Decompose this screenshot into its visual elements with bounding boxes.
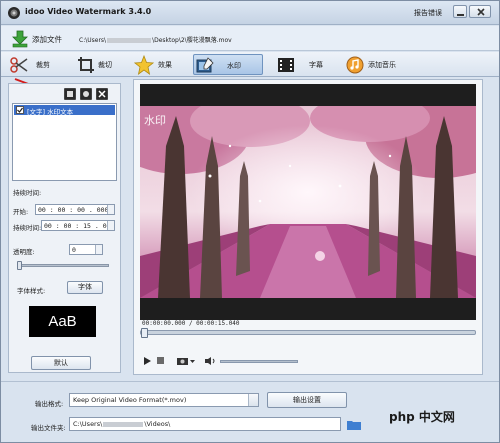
tab-label: 字幕 — [309, 61, 323, 69]
watermark-list: [文字] 水印文本 — [12, 103, 117, 181]
file-path-middle: \Desktop\2\ — [152, 37, 187, 44]
start-time-stepper[interactable] — [107, 205, 114, 214]
output-folder-label: 输出文件夹: — [31, 424, 66, 432]
chevron-down-icon[interactable] — [190, 356, 196, 366]
feature-tabs: 裁剪 裁切 效果 水印 字幕 添加音乐 — [1, 52, 499, 77]
video-frame: 水印 — [140, 84, 476, 320]
tab-label: 裁剪 — [36, 61, 50, 69]
volume-slider[interactable] — [220, 360, 298, 363]
tab-trim[interactable]: 裁剪 — [9, 54, 59, 75]
chevron-down-icon — [248, 394, 258, 406]
scissors-icon — [10, 57, 28, 73]
watermark-settings-panel: [文字] 水印文本 持续时间: 开始: 00 : 00 : 00 . 000 持… — [8, 83, 121, 373]
file-path-filename: 樱花漫飘落.mov — [186, 37, 232, 44]
duration-time-value: 00 : 00 : 15 . 040 — [44, 222, 115, 230]
start-time-field[interactable]: 00 : 00 : 00 . 000 — [35, 204, 115, 215]
add-text-watermark-button[interactable] — [64, 88, 76, 100]
output-format-value: Keep Original Video Format(*.mov) — [73, 396, 187, 404]
tab-effects[interactable]: 效果 — [134, 54, 184, 75]
timecode: 00:00:00.000 / 00:00:15.040 — [142, 320, 240, 327]
minimize-icon — [457, 14, 464, 16]
add-file-bar: 添加文件 C:\Users\ \Desktop\2\樱花漫飘落.mov — [1, 26, 499, 51]
stop-icon[interactable] — [156, 356, 166, 366]
watermark-overlay-text[interactable]: 水印 — [144, 112, 166, 128]
tab-label: 水印 — [227, 62, 241, 70]
add-image-watermark-button[interactable] — [80, 88, 92, 100]
app-window: idoo Video Watermark 3.4.0 报告错误 添加文件 C:\… — [0, 0, 500, 443]
file-path-prefix: C:\Users\ — [79, 37, 107, 44]
duration-time-field[interactable]: 00 : 00 : 15 . 040 — [41, 220, 115, 231]
text-icon — [67, 91, 73, 97]
opacity-slider[interactable] — [17, 264, 109, 267]
font-button[interactable]: 字体 — [67, 281, 103, 294]
close-button[interactable] — [469, 5, 491, 18]
folder-icon[interactable] — [347, 419, 361, 430]
delete-icon — [98, 90, 106, 98]
seek-thumb[interactable] — [141, 328, 148, 338]
add-file-label: 添加文件 — [32, 35, 62, 44]
snapshot-camera-icon[interactable] — [176, 356, 190, 366]
watermark-item-label: [文字] 水印文本 — [27, 108, 74, 116]
tab-label: 效果 — [158, 61, 172, 69]
tab-label: 添加音乐 — [368, 61, 396, 69]
default-button[interactable]: 默认 — [31, 356, 91, 370]
redacted-username — [107, 38, 152, 43]
volume-icon[interactable] — [204, 356, 216, 366]
duration-label: 持续时间: — [13, 189, 42, 197]
opacity-label: 透明度: — [13, 248, 35, 256]
tab-subtitle[interactable]: 字幕 — [276, 54, 326, 75]
output-format-select[interactable]: Keep Original Video Format(*.mov) — [69, 393, 259, 407]
start-label: 开始: — [13, 208, 29, 216]
opacity-value: 0 — [72, 246, 76, 254]
title-bar: idoo Video Watermark 3.4.0 报告错误 — [1, 1, 499, 25]
duration-time-stepper[interactable] — [107, 221, 114, 230]
font-style-label: 字体样式: — [17, 287, 46, 295]
cherry-blossom-scene — [140, 106, 476, 298]
output-settings-button[interactable]: 输出设置 — [267, 392, 347, 408]
tab-add-music[interactable]: 添加音乐 — [345, 54, 415, 75]
play-icon[interactable] — [142, 356, 152, 366]
minimize-button[interactable] — [453, 5, 467, 18]
opacity-field[interactable]: 0 — [69, 244, 103, 255]
crop-icon — [78, 57, 94, 73]
tab-crop[interactable]: 裁切 — [76, 54, 126, 75]
music-icon — [346, 56, 364, 74]
font-preview: AaB — [29, 306, 96, 337]
file-path: C:\Users\ \Desktop\2\樱花漫飘落.mov — [79, 35, 232, 44]
video-preview-panel: 水印 00:00:00.000 / 00:00:15.040 — [133, 79, 483, 375]
report-error-link[interactable]: 报告错误 — [414, 8, 442, 18]
app-logo-icon — [8, 7, 20, 19]
check-icon — [17, 107, 23, 113]
watermark-icon — [196, 57, 214, 73]
end-label: 持续时间: — [13, 224, 42, 232]
opacity-stepper[interactable] — [95, 245, 102, 254]
video-preview-image: 水印 — [140, 106, 476, 298]
image-icon — [83, 91, 89, 97]
output-format-label: 输出格式: — [35, 400, 64, 408]
watermark-brand: php 中文网 — [389, 410, 455, 424]
start-time-value: 00 : 00 : 00 . 000 — [38, 206, 109, 214]
window-title: idoo Video Watermark 3.4.0 — [25, 7, 152, 16]
add-file-icon — [12, 30, 28, 48]
delete-watermark-button[interactable] — [96, 88, 108, 100]
subtitle-film-icon — [278, 58, 294, 72]
output-folder-field[interactable]: C:\Users\ \Videos\ — [69, 417, 341, 431]
opacity-slider-thumb[interactable] — [17, 261, 22, 270]
seek-bar[interactable] — [140, 328, 476, 338]
tab-label: 裁切 — [98, 61, 112, 69]
redacted-username — [103, 421, 144, 427]
output-folder-prefix: C:\Users\ — [73, 420, 103, 428]
effects-star-icon — [134, 55, 154, 75]
list-item[interactable]: [文字] 水印文本 — [14, 105, 115, 116]
add-file-button[interactable]: 添加文件 — [11, 29, 73, 48]
tab-watermark[interactable]: 水印 — [193, 54, 263, 75]
close-icon — [477, 8, 485, 16]
watermark-checkbox[interactable] — [16, 106, 24, 114]
output-folder-suffix: \Videos\ — [144, 420, 171, 428]
